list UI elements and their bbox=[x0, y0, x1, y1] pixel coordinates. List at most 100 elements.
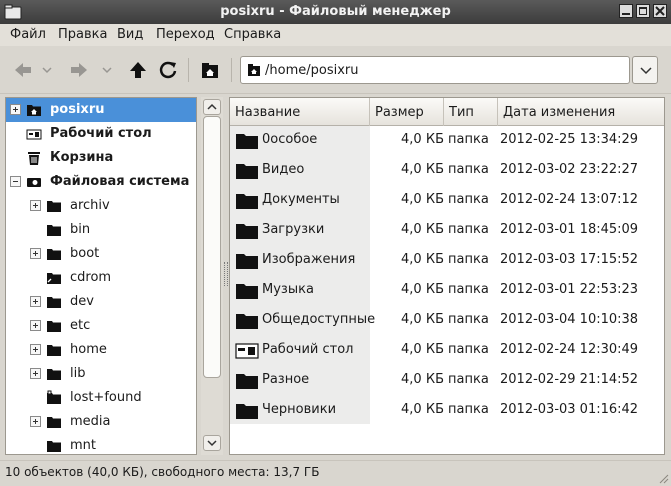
column-name-header[interactable]: Название bbox=[230, 98, 370, 126]
folder-icon bbox=[46, 366, 62, 382]
sidebar-item[interactable]: Файловая система bbox=[6, 170, 196, 194]
file-type: папка bbox=[448, 132, 489, 147]
splitter-grip[interactable] bbox=[224, 262, 228, 286]
file-row[interactable]: Черновики 4,0 КБ папка 2012-03-03 01:16:42 bbox=[230, 395, 664, 425]
sidebar-item-label: media bbox=[70, 414, 111, 429]
sidebar-item[interactable]: Корзина bbox=[6, 146, 196, 170]
expand-toggle[interactable] bbox=[30, 368, 41, 379]
sidebar-item[interactable]: lost+found bbox=[6, 386, 196, 410]
location-dropdown-button[interactable] bbox=[632, 56, 658, 84]
expand-toggle[interactable] bbox=[30, 320, 41, 331]
folder-locked-icon bbox=[46, 390, 62, 406]
forward-button[interactable] bbox=[68, 59, 90, 81]
menu-help[interactable]: Справка bbox=[224, 27, 281, 42]
folder-icon bbox=[235, 222, 259, 240]
back-button[interactable] bbox=[12, 59, 34, 81]
sidebar-tree: posixru Рабочий стол Корзина Файловая систе… bbox=[5, 97, 197, 455]
folder-icon bbox=[235, 312, 259, 330]
file-date: 2012-03-03 01:16:42 bbox=[500, 402, 639, 417]
file-row[interactable]: 0особое 4,0 КБ папка 2012-02-25 13:34:29 bbox=[230, 125, 664, 155]
file-row[interactable]: Загрузки 4,0 КБ папка 2012-03-01 18:45:09 bbox=[230, 215, 664, 245]
folder-icon bbox=[235, 192, 259, 210]
toolbar-separator bbox=[188, 58, 189, 82]
sidebar-item-label: etc bbox=[70, 318, 91, 333]
file-size: 4,0 КБ bbox=[401, 162, 444, 177]
sidebar-item-label: home bbox=[70, 342, 107, 357]
column-size-header[interactable]: Размер bbox=[370, 98, 444, 126]
resize-grip-icon[interactable] bbox=[657, 472, 669, 484]
sidebar-item[interactable]: posixru bbox=[6, 98, 196, 122]
column-name-label: Название bbox=[235, 105, 301, 120]
window-title: posixru - Файловый менеджер bbox=[220, 4, 451, 19]
sidebar-item[interactable]: boot bbox=[6, 242, 196, 266]
close-button[interactable] bbox=[653, 4, 667, 18]
file-name: Загрузки bbox=[262, 222, 325, 237]
reload-button[interactable] bbox=[157, 59, 179, 81]
forward-history-chevron-icon[interactable] bbox=[100, 59, 114, 81]
home-folder-icon bbox=[26, 102, 42, 118]
sidebar-item[interactable]: media bbox=[6, 410, 196, 434]
sidebar-item[interactable]: etc bbox=[6, 314, 196, 338]
home-button[interactable] bbox=[199, 59, 221, 81]
file-name: 0особое bbox=[262, 132, 318, 147]
sidebar-scrollbar[interactable] bbox=[201, 97, 223, 455]
folder-icon bbox=[46, 318, 62, 334]
folder-link-icon bbox=[46, 270, 62, 286]
scroll-thumb[interactable] bbox=[203, 116, 221, 378]
sidebar-item[interactable]: mnt bbox=[6, 434, 196, 454]
scroll-down-button[interactable] bbox=[203, 435, 221, 451]
expand-toggle[interactable] bbox=[10, 104, 21, 115]
file-row[interactable]: Рабочий стол 4,0 КБ папка 2012-02-24 12:30:… bbox=[230, 335, 664, 365]
sidebar-item[interactable]: archiv bbox=[6, 194, 196, 218]
file-type: папка bbox=[448, 342, 489, 357]
sidebar-item[interactable]: lib bbox=[6, 362, 196, 386]
file-row[interactable]: Видео 4,0 КБ папка 2012-03-02 23:22:27 bbox=[230, 155, 664, 185]
sidebar-item[interactable]: Рабочий стол bbox=[6, 122, 196, 146]
expand-toggle[interactable] bbox=[30, 200, 41, 211]
folder-icon bbox=[235, 372, 259, 390]
column-date-header[interactable]: Дата изменения bbox=[498, 98, 664, 126]
title-bar: posixru - Файловый менеджер bbox=[0, 0, 671, 24]
sidebar-item[interactable]: cdrom bbox=[6, 266, 196, 290]
home-icon bbox=[248, 64, 260, 76]
location-bar[interactable]: /home/posixru bbox=[240, 56, 630, 84]
minimize-button[interactable] bbox=[619, 4, 633, 18]
column-type-header[interactable]: Тип bbox=[444, 98, 498, 126]
file-row[interactable]: Документы 4,0 КБ папка 2012-02-24 13:07:12 bbox=[230, 185, 664, 215]
file-date: 2012-02-29 21:14:52 bbox=[500, 372, 639, 387]
file-row[interactable]: Музыка 4,0 КБ папка 2012-03-01 22:53:23 bbox=[230, 275, 664, 305]
sidebar-item-label: mnt bbox=[70, 438, 96, 453]
back-history-chevron-icon[interactable] bbox=[40, 59, 54, 81]
expand-toggle[interactable] bbox=[30, 344, 41, 355]
scroll-up-button[interactable] bbox=[203, 99, 221, 115]
expand-toggle[interactable] bbox=[30, 416, 41, 427]
sidebar-item-label: posixru bbox=[50, 102, 105, 117]
desktop-icon bbox=[235, 342, 259, 360]
file-date: 2012-03-02 23:22:27 bbox=[500, 162, 639, 177]
expand-toggle[interactable] bbox=[30, 296, 41, 307]
file-name: Разное bbox=[262, 372, 310, 387]
menu-go[interactable]: Переход bbox=[156, 27, 215, 42]
maximize-button[interactable] bbox=[636, 4, 650, 18]
location-path: /home/posixru bbox=[265, 63, 359, 78]
file-type: папка bbox=[448, 372, 489, 387]
file-row[interactable]: Изображения 4,0 КБ папка 2012-03-03 17:15:5… bbox=[230, 245, 664, 275]
file-name: Изображения bbox=[262, 252, 356, 267]
status-text: 10 объектов (40,0 КБ), свободного места:… bbox=[5, 465, 320, 479]
expand-toggle[interactable] bbox=[30, 248, 41, 259]
sidebar-item[interactable]: dev bbox=[6, 290, 196, 314]
collapse-toggle[interactable] bbox=[10, 176, 21, 187]
menu-edit[interactable]: Правка bbox=[58, 27, 107, 42]
sidebar-item-label: bin bbox=[70, 222, 91, 237]
menu-file[interactable]: Файл bbox=[10, 27, 46, 42]
drive-icon bbox=[26, 174, 42, 190]
file-size: 4,0 КБ bbox=[401, 342, 444, 357]
sidebar-item[interactable]: home bbox=[6, 338, 196, 362]
file-type: папка bbox=[448, 252, 489, 267]
file-row[interactable]: Общедоступные 4,0 КБ папка 2012-03-04 10:10… bbox=[230, 305, 664, 335]
menu-view[interactable]: Вид bbox=[117, 27, 143, 42]
sidebar-item[interactable]: bin bbox=[6, 218, 196, 242]
file-row[interactable]: Разное 4,0 КБ папка 2012-02-29 21:14:52 bbox=[230, 365, 664, 395]
up-button[interactable] bbox=[127, 59, 149, 81]
folder-icon bbox=[46, 222, 62, 238]
